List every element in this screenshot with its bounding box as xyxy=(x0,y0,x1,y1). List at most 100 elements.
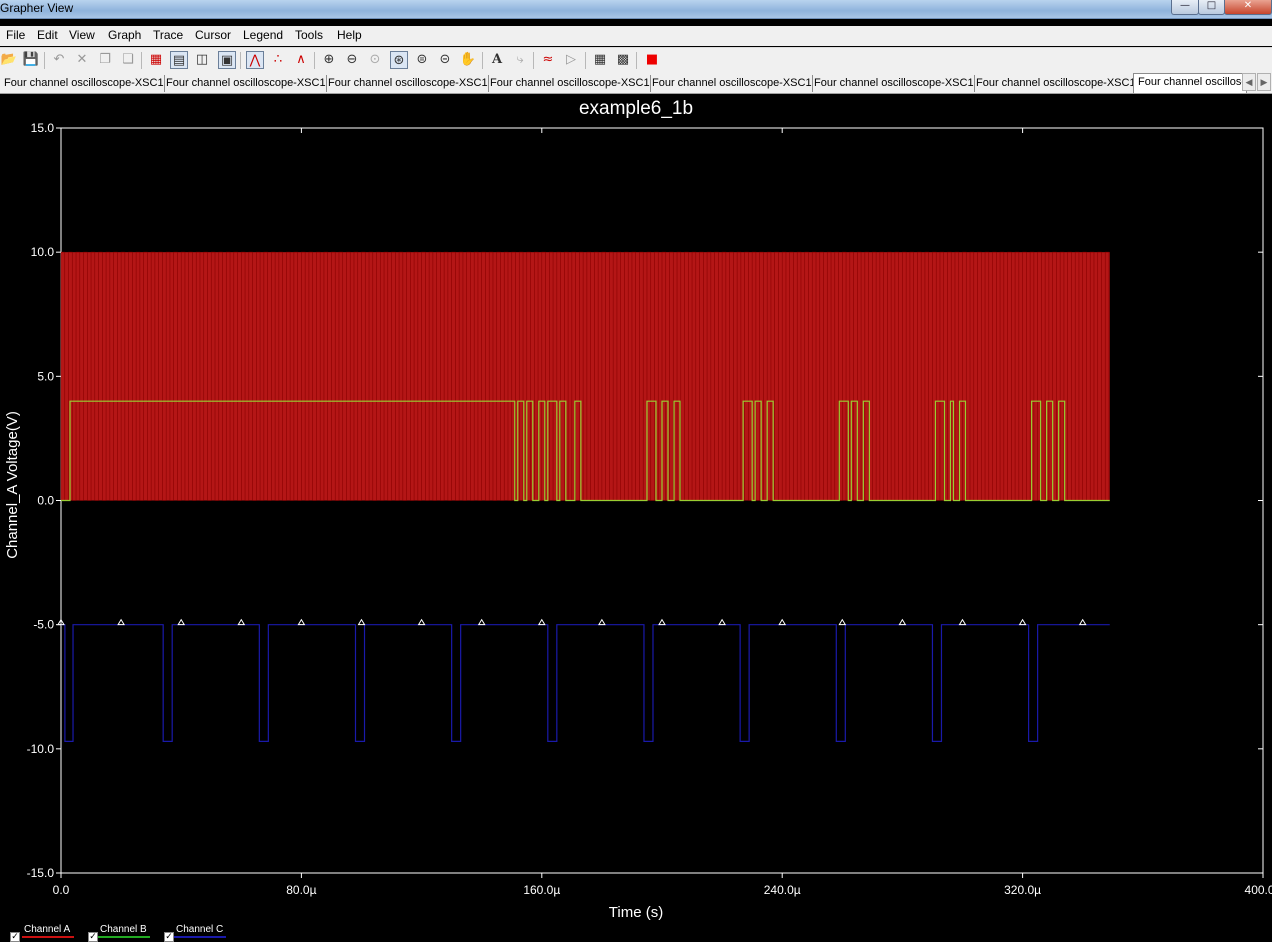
pan-icon[interactable]: ✋ xyxy=(459,51,477,69)
axes: 0.0 80.0µ 160.0µ 240.0µ 320.0µ 400.0µ 15.0 10.0… xyxy=(27,121,1272,897)
trace-marker xyxy=(417,618,426,626)
cut-icon[interactable]: ✕ xyxy=(73,51,91,69)
lines-icon[interactable]: ⋀ xyxy=(246,51,264,69)
copy-icon[interactable]: ❐ xyxy=(96,51,114,69)
tab-graph[interactable]: Four channel oscilloscope-XSC1 xyxy=(162,75,327,92)
y-tick-label: 15.0 xyxy=(31,121,55,135)
stop-icon[interactable]: ■ xyxy=(643,51,661,69)
trace-marker xyxy=(117,618,125,626)
legend-label-channel-c: Channel C xyxy=(176,924,224,935)
trace-marker xyxy=(1078,618,1087,626)
tab-graph[interactable]: Four channel oscilloscope-XSC1 xyxy=(324,75,489,92)
toolbar-separator xyxy=(585,52,586,69)
legend-checkbox-channel-c[interactable]: ✓ xyxy=(164,932,174,942)
zoom-area-icon[interactable]: ⊙ xyxy=(366,51,384,69)
menu-legend[interactable]: Legend xyxy=(243,28,283,42)
legend-checkbox-channel-b[interactable]: ✓ xyxy=(88,932,98,942)
trace-marker xyxy=(598,618,606,626)
zoom-out-icon[interactable]: ⊖ xyxy=(343,51,361,69)
minimize-icon[interactable]: — xyxy=(1171,0,1199,15)
trace-marker xyxy=(357,618,366,626)
trace-marker xyxy=(1018,618,1027,626)
channel-a-fill xyxy=(61,252,1110,501)
y-tick-label: 10.0 xyxy=(31,245,55,259)
x-tick-label: 400.0µ xyxy=(1245,883,1272,897)
select-marks-icon[interactable]: ▷ xyxy=(562,51,580,69)
menu-graph[interactable]: Graph xyxy=(108,28,141,42)
toolbar-separator xyxy=(482,52,483,69)
toolbar-separator xyxy=(44,52,45,69)
y-axis-label: Channel_A Voltage(V) xyxy=(4,411,21,559)
toolbar: 📂 💾 ↶ ✕ ❐ ❑ ▦ ▤ ◫ ▣ ⋀ ∴ ∧ ⊕ ⊖ ⊙ ⊛ ⊜ ⊝ ✋ … xyxy=(0,47,1272,73)
zoom-x-icon[interactable]: ⊜ xyxy=(413,51,431,69)
grid-icon[interactable]: ▦ xyxy=(147,51,165,69)
tab-graph[interactable]: Four channel oscilloscope-XSC1 xyxy=(0,75,165,92)
legend-swatch-channel-b xyxy=(98,936,150,938)
reverse-colors-icon[interactable]: ▣ xyxy=(218,51,236,69)
tab-graph[interactable]: Four channel oscilloscope-XSC1 xyxy=(972,75,1137,92)
cursors-icon[interactable]: ◫ xyxy=(193,51,211,69)
tab-graph[interactable]: Four channel oscilloscope-XSC1 xyxy=(810,75,975,92)
tab-bar: Four channel oscilloscope-XSC1 Four chan… xyxy=(0,73,1272,94)
close-icon[interactable]: ✕ xyxy=(1224,0,1272,15)
toolbar-separator xyxy=(636,52,637,69)
tab-graph[interactable]: Four channel oscilloscope-XSC1 xyxy=(648,75,813,92)
trace-marker xyxy=(237,618,246,626)
zoom-in-icon[interactable]: ⊕ xyxy=(320,51,338,69)
oscilloscope-graph[interactable]: example6_1b 0.0 80.0µ 160.0µ 240.0µ 320.0µ 40… xyxy=(0,94,1272,922)
legend-swatch-channel-a xyxy=(22,936,74,938)
overlay-traces-icon[interactable]: ≈ xyxy=(539,51,557,69)
trace-marker xyxy=(778,618,787,626)
legend-checkbox-channel-a[interactable]: ✓ xyxy=(10,932,20,942)
tab-scroll-left-icon[interactable]: ◀ xyxy=(1242,73,1256,91)
trace-marker xyxy=(297,618,306,626)
y-tick-label: 0.0 xyxy=(37,494,54,508)
legend-swatch-channel-c xyxy=(174,936,226,938)
trace-marker xyxy=(898,618,907,626)
menu-bar: File Edit View Graph Trace Cursor Legend… xyxy=(0,26,1272,46)
tab-graph[interactable]: Four channel oscilloscope-XSC1 xyxy=(486,75,651,92)
label-icon[interactable]: ⤷ xyxy=(511,51,529,69)
paste-icon[interactable]: ❑ xyxy=(119,51,137,69)
y-tick-label: -5.0 xyxy=(33,618,54,632)
trace-marker xyxy=(477,618,486,626)
lines-dots-icon[interactable]: ∧ xyxy=(292,51,310,69)
menu-tools[interactable]: Tools xyxy=(295,28,323,42)
open-icon[interactable]: 📂 xyxy=(0,51,18,69)
tab-scroll-right-icon[interactable]: ▶ xyxy=(1257,73,1271,91)
trace-marker xyxy=(177,618,186,626)
trace-marker xyxy=(658,618,666,626)
menu-edit[interactable]: Edit xyxy=(37,28,58,42)
copy-graph-icon[interactable]: ▩ xyxy=(614,51,632,69)
trace-marker xyxy=(718,618,726,626)
y-tick-label: 5.0 xyxy=(37,369,54,383)
menu-file[interactable]: File xyxy=(6,28,25,42)
x-tick-label: 80.0µ xyxy=(286,883,316,897)
menu-help[interactable]: Help xyxy=(337,28,362,42)
menu-trace[interactable]: Trace xyxy=(153,28,183,42)
legend-toggle-icon[interactable]: ▤ xyxy=(170,51,188,69)
chart-title: example6_1b xyxy=(579,98,693,119)
x-tick-label: 0.0 xyxy=(53,883,70,897)
y-tick-label: -15.0 xyxy=(27,866,55,880)
trace-marker xyxy=(838,618,847,626)
undo-icon[interactable]: ↶ xyxy=(50,51,68,69)
x-tick-label: 320.0µ xyxy=(1004,883,1041,897)
menu-view[interactable]: View xyxy=(69,28,95,42)
maximize-icon[interactable]: □ xyxy=(1198,0,1225,15)
menu-cursor[interactable]: Cursor xyxy=(195,28,231,42)
dots-icon[interactable]: ∴ xyxy=(269,51,287,69)
toolbar-separator xyxy=(141,52,142,69)
trace-marker xyxy=(958,618,967,626)
legend-label-channel-b: Channel B xyxy=(100,924,147,935)
toolbar-separator xyxy=(533,52,534,69)
save-icon[interactable]: 💾 xyxy=(22,51,40,69)
text-icon[interactable]: A xyxy=(488,51,506,69)
tab-graph-active[interactable]: Four channel oscillosc xyxy=(1133,73,1247,93)
zoom-full-icon[interactable]: ⊛ xyxy=(390,51,408,69)
zoom-y-icon[interactable]: ⊝ xyxy=(436,51,454,69)
window-titlebar: Grapher View — □ ✕ xyxy=(0,0,1272,19)
export-icon[interactable]: ▦ xyxy=(591,51,609,69)
toolbar-separator xyxy=(314,52,315,69)
x-axis-label: Time (s) xyxy=(609,904,663,921)
